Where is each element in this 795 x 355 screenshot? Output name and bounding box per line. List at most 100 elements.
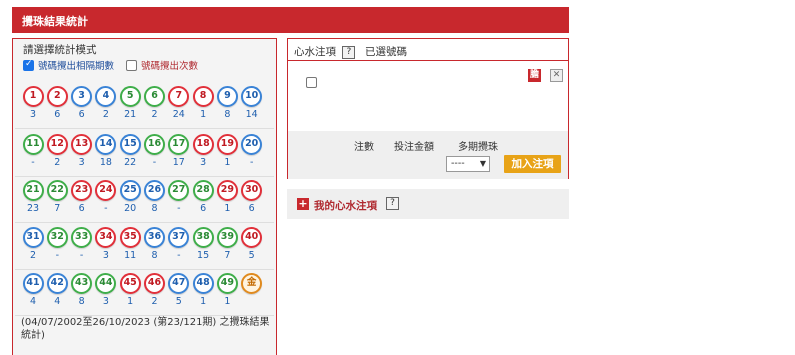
- ball-cell[interactable]: 36 8: [143, 227, 167, 261]
- number-ball[interactable]: 38: [192, 227, 214, 248]
- banker-icon[interactable]: 膽: [528, 69, 541, 82]
- my-favorite-label[interactable]: 我的心水注項: [314, 198, 377, 213]
- number-ball[interactable]: 28: [192, 180, 214, 201]
- number-ball[interactable]: 34: [95, 227, 117, 248]
- close-icon[interactable]: ✕: [550, 69, 563, 82]
- ball-cell[interactable]: 41 4: [21, 273, 45, 307]
- number-ball[interactable]: 18: [192, 134, 214, 155]
- ball-cell[interactable]: 81: [191, 86, 215, 120]
- number-ball[interactable]: 2: [46, 86, 68, 107]
- number-ball[interactable]: 9: [216, 86, 238, 107]
- ball-cell[interactable]: 13 3: [70, 134, 94, 168]
- ball-cell[interactable]: 23 6: [70, 180, 94, 214]
- ball-cell[interactable]: 30 6: [240, 180, 264, 214]
- ball-cell[interactable]: 14 18: [94, 134, 118, 168]
- number-ball[interactable]: 23: [71, 180, 93, 201]
- help-icon[interactable]: ?: [386, 197, 399, 210]
- number-ball[interactable]: 13: [71, 134, 93, 155]
- ball-cell[interactable]: 47 5: [167, 273, 191, 307]
- ball-cell[interactable]: 39 7: [215, 227, 239, 261]
- ball-cell[interactable]: 34 3: [94, 227, 118, 261]
- multi-draw-select[interactable]: ---- ▼: [446, 156, 490, 172]
- ball-cell[interactable]: 20 -: [240, 134, 264, 168]
- number-ball[interactable]: 17: [168, 134, 190, 155]
- tab-favorite-bets[interactable]: 心水注項 ?: [294, 44, 356, 59]
- ball-cell[interactable]: 62: [143, 86, 167, 120]
- option-frequency[interactable]: 號碼攪出次數: [126, 58, 198, 72]
- number-ball[interactable]: 1: [22, 86, 44, 107]
- number-ball[interactable]: 46: [144, 273, 165, 294]
- option-interval[interactable]: 號碼攪出相隔期數: [23, 58, 114, 72]
- number-ball[interactable]: 48: [192, 273, 214, 294]
- interval-checkbox[interactable]: [23, 59, 34, 71]
- ball-cell[interactable]: 13: [21, 86, 45, 120]
- ball-cell[interactable]: 31 2: [21, 227, 45, 261]
- number-ball[interactable]: 40: [241, 227, 263, 248]
- number-ball[interactable]: 22: [46, 180, 68, 201]
- number-ball[interactable]: 14: [95, 134, 117, 155]
- ball-cell[interactable]: 15 22: [118, 134, 142, 168]
- number-ball[interactable]: 36: [144, 227, 165, 248]
- ball-cell[interactable]: 22 7: [45, 180, 69, 214]
- number-ball[interactable]: 金: [241, 273, 263, 294]
- number-ball[interactable]: 44: [95, 273, 117, 294]
- ball-cell[interactable]: 金: [240, 273, 264, 296]
- number-ball[interactable]: 30: [241, 180, 263, 201]
- number-ball[interactable]: 27: [168, 180, 190, 201]
- ball-cell[interactable]: 36: [70, 86, 94, 120]
- ball-cell[interactable]: 33 -: [70, 227, 94, 261]
- number-ball[interactable]: 21: [22, 180, 44, 201]
- my-favorite-bar[interactable]: + 我的心水注項 ?: [287, 189, 569, 219]
- ball-cell[interactable]: 24 -: [94, 180, 118, 214]
- tab-selected-numbers[interactable]: 已選號碼: [365, 44, 407, 59]
- ball-cell[interactable]: 5 21: [118, 86, 142, 120]
- ball-cell[interactable]: 29 1: [215, 180, 239, 214]
- number-ball[interactable]: 32: [46, 227, 68, 248]
- ball-cell[interactable]: 25 20: [118, 180, 142, 214]
- number-ball[interactable]: 20: [241, 134, 263, 155]
- number-ball[interactable]: 8: [192, 86, 214, 107]
- ball-cell[interactable]: 10 14: [240, 86, 264, 120]
- help-icon[interactable]: ?: [342, 45, 356, 59]
- selection-checkbox[interactable]: [306, 77, 317, 88]
- number-ball[interactable]: 12: [46, 134, 68, 155]
- number-ball[interactable]: 47: [168, 273, 190, 294]
- number-ball[interactable]: 33: [71, 227, 93, 248]
- frequency-checkbox[interactable]: [126, 59, 137, 71]
- plus-icon[interactable]: +: [297, 198, 309, 210]
- number-ball[interactable]: 45: [119, 273, 141, 294]
- number-ball[interactable]: 15: [119, 134, 141, 155]
- ball-cell[interactable]: 18 3: [191, 134, 215, 168]
- number-ball[interactable]: 39: [216, 227, 238, 248]
- ball-cell[interactable]: 43 8: [70, 273, 94, 307]
- ball-cell[interactable]: 21 23: [21, 180, 45, 214]
- ball-cell[interactable]: 16 -: [143, 134, 167, 168]
- number-ball[interactable]: 6: [144, 86, 165, 107]
- ball-cell[interactable]: 45 1: [118, 273, 142, 307]
- ball-cell[interactable]: 35 11: [118, 227, 142, 261]
- ball-cell[interactable]: 38 15: [191, 227, 215, 261]
- ball-cell[interactable]: 27 -: [167, 180, 191, 214]
- ball-cell[interactable]: 37 -: [167, 227, 191, 261]
- number-ball[interactable]: 49: [216, 273, 238, 294]
- number-ball[interactable]: 5: [119, 86, 141, 107]
- add-bet-button[interactable]: 加入注項: [504, 155, 561, 173]
- ball-cell[interactable]: 7 24: [167, 86, 191, 120]
- ball-cell[interactable]: 32 -: [45, 227, 69, 261]
- number-ball[interactable]: 41: [22, 273, 44, 294]
- number-ball[interactable]: 42: [46, 273, 68, 294]
- ball-cell[interactable]: 26: [45, 86, 69, 120]
- number-ball[interactable]: 10: [241, 86, 263, 107]
- number-ball[interactable]: 24: [95, 180, 117, 201]
- ball-cell[interactable]: 48 1: [191, 273, 215, 307]
- ball-cell[interactable]: 28 6: [191, 180, 215, 214]
- number-ball[interactable]: 37: [168, 227, 190, 248]
- ball-cell[interactable]: 12 2: [45, 134, 69, 168]
- ball-cell[interactable]: 98: [215, 86, 239, 120]
- ball-cell[interactable]: 42 4: [45, 273, 69, 307]
- ball-cell[interactable]: 11 -: [21, 134, 45, 168]
- ball-cell[interactable]: 40 5: [240, 227, 264, 261]
- number-ball[interactable]: 43: [71, 273, 93, 294]
- number-ball[interactable]: 35: [119, 227, 141, 248]
- number-ball[interactable]: 29: [216, 180, 238, 201]
